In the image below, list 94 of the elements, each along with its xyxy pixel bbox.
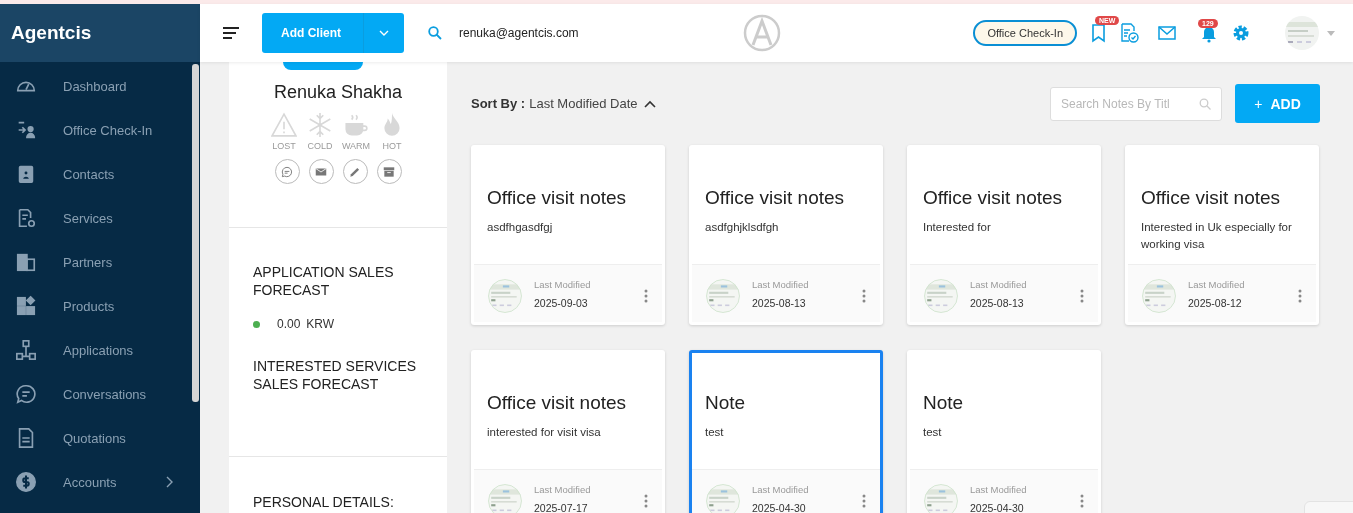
modified-date: 2025-07-17 bbox=[534, 502, 589, 513]
note-text: asdfhgasdfgj bbox=[487, 220, 554, 235]
note-title: Office visit notes bbox=[1141, 187, 1282, 209]
warning-icon bbox=[271, 112, 297, 138]
note-card[interactable]: Note test Last Modified 2025-04-30 bbox=[907, 350, 1101, 513]
note-title: Note bbox=[705, 392, 747, 414]
note-title: Office visit notes bbox=[487, 392, 628, 414]
archive-button[interactable] bbox=[376, 159, 402, 184]
note-title: Office visit notes bbox=[923, 187, 1064, 209]
lead-temperature-option[interactable]: COLD bbox=[305, 112, 335, 151]
modified-label: Last Modified bbox=[1188, 279, 1246, 290]
chat-icon bbox=[280, 164, 294, 179]
note-card[interactable]: Office visit notes Interested in Uk especially for working visa Last Modified 2025-08-12 bbox=[1125, 145, 1319, 325]
search-field[interactable]: Search Notes By Titl bbox=[1050, 86, 1222, 121]
more-icon[interactable] bbox=[644, 494, 648, 508]
profile-button[interactable] bbox=[283, 62, 363, 70]
building-icon bbox=[15, 251, 37, 273]
sort-value[interactable]: Last Modified Date bbox=[529, 96, 638, 111]
modified-date: 2025-08-12 bbox=[1188, 297, 1243, 309]
note-text: interested for visit visa bbox=[487, 425, 602, 440]
scrollbar[interactable] bbox=[192, 64, 199, 402]
sidebar-item[interactable]: Dashboard bbox=[0, 64, 192, 108]
more-icon[interactable] bbox=[644, 289, 648, 303]
modified-label: Last Modified bbox=[970, 279, 1028, 290]
caret-icon[interactable] bbox=[1327, 30, 1335, 36]
cup-icon bbox=[343, 112, 369, 138]
blocks-icon bbox=[15, 295, 37, 317]
sidebar-item[interactable]: Contacts bbox=[0, 152, 192, 196]
note-card[interactable]: Office visit notes asdfhgasdfgj Last Modified 2025-09-03 bbox=[471, 145, 665, 325]
lead-temperature-option[interactable]: WARM bbox=[341, 112, 371, 151]
note-title: Office visit notes bbox=[705, 187, 846, 209]
mail-icon[interactable] bbox=[1157, 23, 1177, 43]
office-check-in-button[interactable]: Office Check-In bbox=[973, 20, 1077, 46]
chevron-up-icon[interactable] bbox=[643, 99, 656, 108]
sidebar-item[interactable]: Conversations bbox=[0, 372, 192, 416]
sidebar-item[interactable]: Office Check-In bbox=[0, 108, 192, 152]
note-text: Interested for bbox=[923, 220, 992, 235]
logo-icon bbox=[742, 14, 781, 52]
lead-temperature-option[interactable]: HOT bbox=[377, 112, 407, 151]
modified-date: 2025-04-30 bbox=[752, 502, 807, 513]
note-title: Office visit notes bbox=[487, 187, 628, 209]
lead-temperature-option[interactable]: LOST bbox=[269, 112, 299, 151]
modified-label: Last Modified bbox=[752, 484, 810, 495]
modified-date: 2025-09-03 bbox=[534, 297, 589, 309]
chat-icon bbox=[15, 383, 37, 405]
note-card[interactable]: Office visit notes interested for visit visa Last Modified 2025-07-17 bbox=[471, 350, 665, 513]
snowflake-icon bbox=[307, 112, 333, 138]
chat-button[interactable] bbox=[274, 159, 300, 184]
contact-name: Renuka Shakha bbox=[273, 82, 403, 103]
section-heading: INTERESTED SERVICES SALES FORECAST bbox=[253, 357, 418, 393]
note-text: test bbox=[923, 425, 943, 440]
currency-label: KRW bbox=[306, 317, 335, 331]
settings-icon[interactable] bbox=[1231, 23, 1251, 43]
note-card[interactable]: Office visit notes Interested for Last Modified 2025-08-13 bbox=[907, 145, 1101, 325]
flow-icon bbox=[15, 339, 37, 361]
brand-name: Agentcis bbox=[11, 22, 92, 44]
section-heading: APPLICATION SALES FORECAST bbox=[253, 263, 395, 299]
note-title: Note bbox=[923, 392, 965, 414]
modified-label: Last Modified bbox=[534, 279, 592, 290]
more-icon[interactable] bbox=[1298, 289, 1302, 303]
menu-icon[interactable] bbox=[223, 27, 239, 39]
modified-label: Last Modified bbox=[752, 279, 810, 290]
chevron-down-icon[interactable] bbox=[379, 30, 389, 36]
sort-label: Sort By : bbox=[471, 96, 526, 111]
more-icon[interactable] bbox=[1080, 289, 1084, 303]
note-text: asdfghjklsdfgh bbox=[705, 220, 780, 235]
modified-label: Last Modified bbox=[534, 484, 592, 495]
note-card[interactable]: Office visit notes asdfghjklsdfgh Last Modified 2025-08-13 bbox=[689, 145, 883, 325]
dollar-icon bbox=[15, 471, 37, 493]
modified-date: 2025-08-13 bbox=[970, 297, 1025, 309]
more-icon[interactable] bbox=[862, 289, 866, 303]
more-icon[interactable] bbox=[862, 494, 866, 508]
section-heading: PERSONAL DETAILS: bbox=[253, 493, 395, 511]
modified-date: 2025-08-13 bbox=[752, 297, 807, 309]
search-icon[interactable] bbox=[428, 26, 442, 40]
archive-icon bbox=[382, 164, 396, 179]
sidebar-item[interactable]: Services bbox=[0, 196, 192, 240]
modified-label: Last Modified bbox=[970, 484, 1028, 495]
sidebar-item[interactable]: Quotations bbox=[0, 416, 192, 460]
document-check-icon[interactable] bbox=[1119, 23, 1139, 43]
note-text: Interested in Uk especially for working visa bbox=[1141, 220, 1293, 252]
modified-date: 2025-04-30 bbox=[970, 502, 1025, 513]
user-email: renuka@agentcis.com bbox=[459, 26, 579, 40]
note-card[interactable]: Note test Last Modified 2025-04-30 bbox=[689, 350, 883, 513]
note-text: test bbox=[705, 425, 725, 440]
pencil-button[interactable] bbox=[342, 159, 368, 184]
sidebar-item[interactable]: Products bbox=[0, 284, 192, 328]
more-icon[interactable] bbox=[1080, 494, 1084, 508]
mail-button[interactable] bbox=[308, 159, 334, 184]
sidebar-item[interactable]: Applications bbox=[0, 328, 192, 372]
forecast-amount: 0.00 bbox=[277, 317, 301, 331]
chevron-icon bbox=[166, 476, 174, 488]
sidebar-item[interactable]: Accounts bbox=[0, 460, 192, 504]
sidebar-item[interactable]: Partners bbox=[0, 240, 192, 284]
